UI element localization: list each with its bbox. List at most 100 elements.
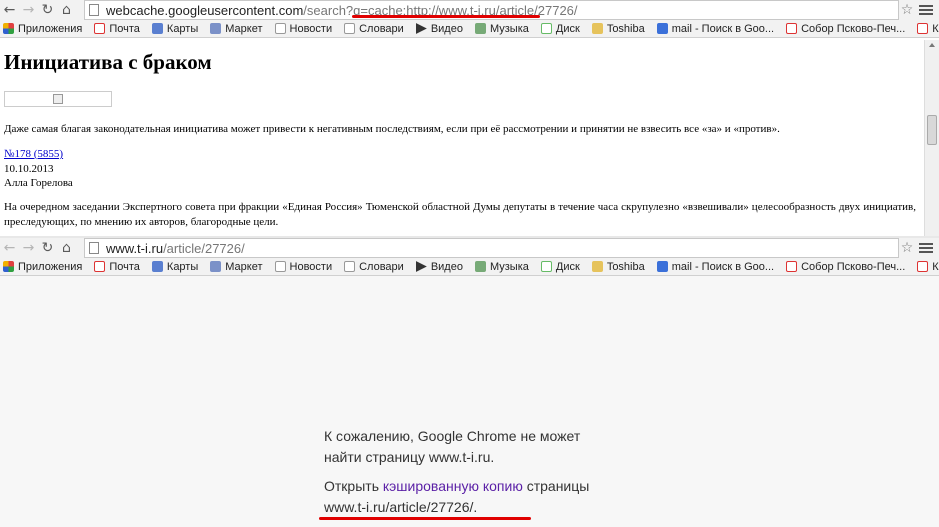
- bookmark-item[interactable]: Константин Яросла...: [917, 261, 939, 273]
- article-image: [4, 91, 112, 107]
- red-underline-cached-url: [319, 517, 531, 520]
- bookmark-label: Собор Псково-Печ...: [801, 22, 906, 35]
- scroll-up-icon[interactable]: [929, 43, 935, 47]
- doc-icon: [274, 261, 286, 272]
- reload-icon[interactable]: ↻: [38, 0, 57, 20]
- article-title: Инициатива с браком: [4, 50, 212, 74]
- bookmark-label: Музыка: [489, 260, 529, 273]
- bookmark-label: Словари: [359, 22, 404, 35]
- apps-icon: [3, 261, 14, 272]
- back-arrow-icon[interactable]: ←: [0, 238, 19, 258]
- bookmark-item[interactable]: Музыка: [474, 22, 529, 35]
- g-icon: [656, 261, 668, 272]
- vid-icon: [415, 23, 427, 34]
- bookmark-item[interactable]: Карты: [151, 22, 199, 35]
- doc-icon: [274, 23, 286, 34]
- bookmark-item[interactable]: Почта: [94, 23, 140, 35]
- bookmark-item[interactable]: Диск: [540, 261, 580, 273]
- bookmark-item[interactable]: Маркет: [210, 260, 263, 273]
- page-icon: [89, 4, 99, 16]
- article-date: 10.10.2013: [4, 163, 54, 175]
- error-line-1: К сожалению, Google Chrome не может найт…: [324, 428, 581, 465]
- bookmark-item[interactable]: Видео: [415, 261, 463, 273]
- back-arrow-icon[interactable]: ←: [0, 0, 19, 20]
- cached-article-page: Инициатива с браком Даже самая благая за…: [0, 40, 920, 236]
- bookmark-item[interactable]: mail - Поиск в Goo...: [656, 260, 775, 273]
- bookmark-label: Почта: [109, 22, 140, 35]
- folder-icon: [591, 261, 603, 272]
- error-message: К сожалению, Google Chrome не может найт…: [324, 426, 604, 518]
- bookmarks-bar: Приложения Почта Карты Маркет Новости Словари…: [0, 20, 939, 38]
- forward-arrow-icon[interactable]: →: [19, 0, 38, 20]
- bookmark-star-icon[interactable]: ☆: [899, 0, 915, 20]
- bookmark-item[interactable]: Маркет: [210, 23, 263, 35]
- menu-icon[interactable]: [919, 238, 933, 258]
- mus-icon: [474, 23, 486, 34]
- browser-toolbar-2: ← → ↻ ⌂ www.t-i.ru/article/27726/ ☆: [0, 238, 939, 258]
- apps-icon: [3, 23, 14, 34]
- doc-icon: [344, 23, 356, 34]
- bookmark-star-icon[interactable]: ☆: [899, 238, 915, 258]
- bookmark-item[interactable]: Приложения: [3, 23, 82, 35]
- bookmark-label: Собор Псково-Печ...: [801, 260, 906, 273]
- url-host: webcache.googleusercontent.com: [106, 2, 304, 18]
- bookmark-item[interactable]: Toshiba: [591, 261, 645, 273]
- ya-icon: [786, 261, 798, 272]
- bookmark-label: Карты: [166, 22, 199, 35]
- bookmark-item[interactable]: Словари: [344, 23, 404, 35]
- menu-icon[interactable]: [919, 0, 933, 20]
- url-host: www.t-i.ru: [106, 240, 164, 256]
- ya-icon: [917, 23, 929, 34]
- bookmark-label: Приложения: [18, 22, 83, 35]
- bookmark-item[interactable]: Видео: [415, 22, 463, 35]
- bookmark-item[interactable]: mail - Поиск в Goo...: [656, 22, 775, 35]
- broken-image-icon: [53, 94, 63, 104]
- scrollbar[interactable]: [924, 40, 939, 236]
- url-path: /article/27726/: [163, 240, 245, 256]
- bookmark-label: Константин Яросла...: [932, 260, 939, 273]
- bookmarks-bar-2: Приложения Почта Карты Маркет Новости Словари…: [0, 258, 939, 276]
- bookmark-item[interactable]: Диск: [540, 23, 580, 35]
- bookmark-label: Видео: [430, 22, 463, 35]
- forward-arrow-icon[interactable]: →: [19, 238, 38, 258]
- doc-icon: [344, 261, 356, 272]
- red-underline-url: [352, 15, 540, 18]
- bookmark-item[interactable]: Toshiba: [591, 23, 645, 35]
- bookmark-item[interactable]: Константин Яросла...: [917, 23, 939, 35]
- error-page: К сожалению, Google Chrome не может найт…: [0, 276, 939, 527]
- ya-icon: [94, 261, 106, 272]
- article-body: На очередном заседании Экспертного совет…: [4, 201, 916, 228]
- error-line-2: Открыть кэшированную копию страницы www.…: [324, 476, 604, 518]
- address-bar-2[interactable]: www.t-i.ru/article/27726/: [84, 238, 899, 258]
- g-icon: [656, 23, 668, 34]
- home-icon[interactable]: ⌂: [57, 0, 76, 20]
- article-author: Алла Горелова: [4, 177, 73, 189]
- issue-link[interactable]: №178 (5855): [4, 148, 63, 160]
- bookmark-item[interactable]: Словари: [344, 261, 404, 273]
- bookmark-label: Музыка: [489, 22, 529, 35]
- bookmark-item[interactable]: Новости: [274, 22, 333, 35]
- bookmark-label: mail - Поиск в Goo...: [671, 260, 775, 273]
- bookmark-item[interactable]: Собор Псково-Печ...: [786, 23, 905, 35]
- bookmark-item[interactable]: Почта: [94, 261, 140, 273]
- cached-copy-link[interactable]: кэшированную копию: [383, 478, 523, 494]
- bookmark-item[interactable]: Приложения: [3, 261, 82, 273]
- disk-icon: [540, 261, 552, 272]
- bookmark-label: Константин Яросла...: [932, 22, 939, 35]
- bookmark-label: mail - Поиск в Goo...: [671, 22, 775, 35]
- mk-icon: [210, 261, 222, 272]
- bookmark-item[interactable]: Новости: [274, 260, 333, 273]
- reload-icon[interactable]: ↻: [38, 238, 57, 258]
- home-icon[interactable]: ⌂: [57, 238, 76, 258]
- scroll-thumb[interactable]: [927, 115, 937, 145]
- bookmark-item[interactable]: Собор Псково-Печ...: [786, 261, 905, 273]
- bookmark-label: Маркет: [225, 260, 263, 273]
- ya-icon: [94, 23, 106, 34]
- bp-icon: [151, 261, 163, 272]
- bookmark-label: Новости: [289, 22, 333, 35]
- mus-icon: [474, 261, 486, 272]
- article-lede: Даже самая благая законодательная инициа…: [4, 123, 780, 135]
- bookmark-item[interactable]: Карты: [151, 261, 198, 273]
- bookmark-label: Новости: [289, 260, 333, 273]
- bookmark-item[interactable]: Музыка: [474, 260, 529, 273]
